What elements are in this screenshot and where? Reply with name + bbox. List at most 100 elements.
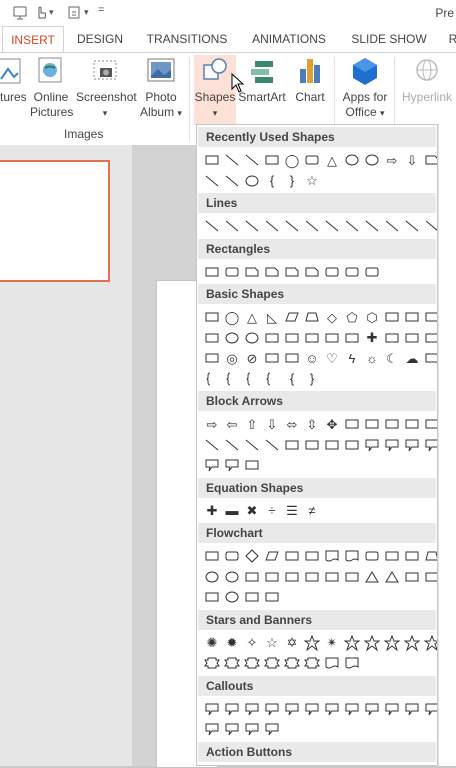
plaque-icon[interactable] — [382, 328, 402, 348]
triangle-icon[interactable]: △ — [242, 307, 262, 327]
quad-arrow-callout-icon[interactable] — [222, 455, 242, 475]
equal-icon[interactable]: ☰ — [282, 501, 302, 521]
rounded-callout-icon[interactable] — [222, 699, 242, 719]
data-icon[interactable] — [262, 546, 282, 566]
plus-icon[interactable]: ✚ — [202, 501, 222, 521]
customize-qat-icon[interactable]: = — [98, 4, 104, 20]
tab-insert[interactable]: INSERT — [2, 26, 64, 52]
horizontal-scroll-icon[interactable] — [302, 653, 322, 673]
line-callout-4-accent-icon[interactable] — [422, 699, 437, 719]
32-point-star-icon[interactable] — [422, 633, 437, 653]
bent-up-arrow-icon[interactable] — [422, 414, 437, 434]
curved-ribbon-up-icon[interactable] — [242, 653, 262, 673]
snip-diagonal-icon[interactable] — [282, 262, 302, 282]
smartart-button[interactable]: SmartArt — [238, 55, 286, 105]
half-frame-icon[interactable] — [302, 328, 322, 348]
arrow-line-icon[interactable] — [242, 150, 262, 170]
curved-down-arrow-icon[interactable] — [262, 435, 282, 455]
elbow-icon[interactable] — [262, 216, 282, 236]
pentagon-arrow-icon[interactable] — [322, 435, 342, 455]
multiply-icon[interactable]: ✖ — [242, 501, 262, 521]
trapezoid-icon[interactable] — [302, 307, 322, 327]
ribbon-down-icon[interactable] — [222, 653, 242, 673]
double-bracket-icon[interactable] — [202, 369, 222, 389]
parallelogram-icon[interactable] — [282, 307, 302, 327]
bent-arrow-icon[interactable] — [362, 414, 382, 434]
tab-design[interactable]: DESIGN — [72, 26, 128, 52]
pictures-button[interactable]: ctures — [0, 55, 27, 105]
oval-icon[interactable]: ◯ — [282, 150, 302, 170]
double-arrow-icon[interactable] — [242, 216, 262, 236]
double-wave-icon[interactable] — [342, 653, 362, 673]
block-arc-icon[interactable] — [262, 348, 282, 368]
curve-icon[interactable] — [222, 171, 242, 191]
curved-arrow-icon[interactable] — [342, 216, 362, 236]
line-callout-3-accent-icon[interactable] — [402, 699, 422, 719]
line-callout-2-icon[interactable] — [302, 699, 322, 719]
heart-icon[interactable]: ♡ — [322, 348, 342, 368]
left-arrow-icon[interactable]: ⇦ — [222, 414, 242, 434]
apps-for-office-button[interactable]: Apps for Office ▾ — [340, 55, 390, 121]
line-callout-1-border-icon[interactable] — [202, 719, 222, 739]
extract-icon[interactable] — [362, 567, 382, 587]
notched-right-arrow-icon[interactable] — [302, 435, 322, 455]
not-equal-icon[interactable]: ≠ — [302, 501, 322, 521]
delay-icon[interactable] — [422, 567, 437, 587]
line-callout-1-accent-icon[interactable] — [362, 699, 382, 719]
no-symbol-icon[interactable]: ⊘ — [242, 348, 262, 368]
curved-icon[interactable] — [322, 216, 342, 236]
chevron-icon[interactable] — [342, 435, 362, 455]
teardrop-icon[interactable] — [262, 328, 282, 348]
shapes-button[interactable]: Shapes ▾ — [194, 55, 236, 125]
donut-icon[interactable]: ◎ — [222, 348, 242, 368]
snip-same-side-icon[interactable] — [262, 262, 282, 282]
right-brace-icon[interactable]: } — [282, 171, 302, 191]
round-single-icon[interactable] — [322, 262, 342, 282]
curved-left-arrow-icon[interactable] — [222, 435, 242, 455]
up-arrow-callout-icon[interactable] — [422, 435, 437, 455]
rounded-rectangle-icon[interactable] — [302, 150, 322, 170]
punched-tape-icon[interactable] — [262, 567, 282, 587]
left-up-arrow-icon[interactable] — [402, 414, 422, 434]
slide-thumbnail[interactable] — [0, 160, 110, 282]
manual-input-icon[interactable] — [402, 546, 422, 566]
striped-right-arrow-icon[interactable] — [282, 435, 302, 455]
divide-icon[interactable]: ÷ — [262, 501, 282, 521]
cloud-callout-icon[interactable] — [262, 699, 282, 719]
line-callout-3-icon[interactable] — [322, 699, 342, 719]
online-pictures-button[interactable]: Online Pictures — [30, 55, 73, 120]
folded-corner-icon[interactable] — [282, 348, 302, 368]
text-box-icon[interactable] — [202, 307, 222, 327]
right-triangle-icon[interactable]: ◺ — [262, 307, 282, 327]
collate-icon[interactable] — [322, 567, 342, 587]
off-page-connector-icon[interactable] — [222, 567, 242, 587]
elbow-double-arrow-icon[interactable] — [302, 216, 322, 236]
line-callout-4-border-icon[interactable] — [262, 719, 282, 739]
sequential-access-icon[interactable] — [202, 587, 222, 607]
rectangle-icon[interactable] — [262, 150, 282, 170]
octagon-icon[interactable] — [402, 307, 422, 327]
internal-storage-icon[interactable] — [302, 546, 322, 566]
chart-button[interactable]: Chart — [292, 55, 328, 105]
down-arrow-icon[interactable]: ⇩ — [402, 150, 422, 170]
right-bracket-icon[interactable] — [262, 369, 282, 389]
card-icon[interactable] — [242, 567, 262, 587]
right-arrow-callout-icon[interactable] — [362, 435, 382, 455]
elbow-connector-icon[interactable] — [342, 150, 362, 170]
gallery-scrollbar[interactable] — [438, 124, 456, 766]
can-icon[interactable] — [402, 328, 422, 348]
round-same-side-icon[interactable] — [342, 262, 362, 282]
photo-album-button[interactable]: Photo Album ▾ — [138, 55, 184, 121]
screenshot-button[interactable]: Screenshot ▾ — [76, 55, 137, 121]
slideshow-icon[interactable] — [12, 4, 30, 20]
tab-review[interactable]: R — [446, 26, 456, 52]
freeform-icon[interactable] — [402, 216, 422, 236]
document-icon[interactable] — [322, 546, 342, 566]
line-callout-1-icon[interactable] — [282, 699, 302, 719]
snip-round-icon[interactable] — [302, 262, 322, 282]
tab-slide-show[interactable]: SLIDE SHOW — [346, 26, 432, 52]
minus-icon[interactable]: ▬ — [222, 501, 242, 521]
left-brace-icon[interactable]: { — [262, 171, 282, 191]
oval-callout-icon[interactable] — [242, 699, 262, 719]
l-shape-icon[interactable] — [322, 328, 342, 348]
